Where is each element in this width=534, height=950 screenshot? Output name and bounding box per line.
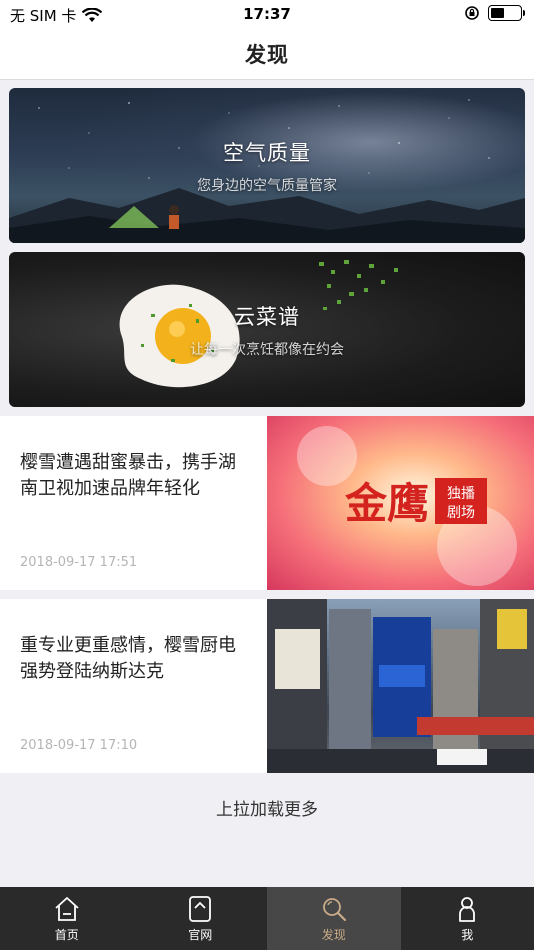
tab-bar: 首页 官网 发现 我 bbox=[0, 887, 534, 950]
news-title: 重专业更重感情，樱雪厨电强势登陆纳斯达克 bbox=[20, 635, 236, 682]
orientation-lock-icon bbox=[465, 6, 479, 20]
home-icon bbox=[55, 896, 79, 921]
page-title: 发现 bbox=[245, 42, 289, 67]
tab-label: 官网 bbox=[188, 927, 213, 942]
fried-egg-image bbox=[119, 284, 240, 388]
battery-fill bbox=[491, 8, 504, 18]
times-square-image bbox=[267, 599, 534, 773]
tab-discover[interactable]: 发现 bbox=[267, 887, 401, 950]
news-date: 2018-09-17 17:51 bbox=[20, 555, 138, 570]
tab-me[interactable]: 我 bbox=[401, 887, 534, 950]
tab-home[interactable]: 首页 bbox=[0, 887, 134, 950]
air-quality-subtitle: 您身边的空气质量管家 bbox=[197, 177, 337, 194]
website-icon bbox=[189, 895, 212, 922]
svg-text:剧场: 剧场 bbox=[447, 505, 475, 521]
news-date: 2018-09-17 17:10 bbox=[20, 738, 138, 753]
news-thumbnail bbox=[267, 599, 534, 773]
nav-bar: 发现 bbox=[0, 28, 534, 80]
status-time: 17:37 bbox=[243, 5, 291, 23]
tab-website[interactable]: 官网 bbox=[134, 887, 268, 950]
svg-text:独播: 独播 bbox=[447, 486, 475, 502]
person-icon bbox=[459, 896, 476, 922]
air-quality-title: 空气质量 bbox=[223, 140, 311, 165]
news-item[interactable]: 重专业更重感情，樱雪厨电强势登陆纳斯达克 2018-09-17 17:10 bbox=[0, 599, 534, 773]
tab-label: 发现 bbox=[321, 927, 346, 942]
news-text: 樱雪遭遇甜蜜暴击，携手湖南卫视加速品牌年轻化 2018-09-17 17:51 bbox=[0, 416, 267, 590]
status-right bbox=[464, 5, 525, 21]
cloud-recipe-banner[interactable]: 云菜谱 让每一次烹饪都像在约会 bbox=[9, 252, 525, 407]
news-text: 重专业更重感情，樱雪厨电强势登陆纳斯达克 2018-09-17 17:10 bbox=[0, 599, 267, 773]
golden-eagle-theater-logo: 金鹰 独播 剧场 bbox=[297, 426, 517, 586]
status-bar: 无 SIM 卡 17:37 bbox=[0, 0, 534, 28]
tab-label: 我 bbox=[461, 927, 474, 942]
cloud-recipe-title: 云菜谱 bbox=[234, 304, 300, 329]
news-title: 樱雪遭遇甜蜜暴击，携手湖南卫视加速品牌年轻化 bbox=[20, 452, 236, 499]
chives-image bbox=[319, 260, 398, 310]
air-quality-banner[interactable]: 空气质量 您身边的空气质量管家 bbox=[9, 88, 525, 243]
search-icon bbox=[322, 897, 346, 921]
cloud-recipe-subtitle: 让每一次烹饪都像在约会 bbox=[190, 341, 344, 358]
battery-icon bbox=[488, 5, 525, 21]
news-item[interactable]: 樱雪遭遇甜蜜暴击，携手湖南卫视加速品牌年轻化 2018-09-17 17:51 … bbox=[0, 416, 534, 590]
svg-text:金鹰: 金鹰 bbox=[344, 479, 429, 528]
tab-label: 首页 bbox=[54, 927, 79, 942]
news-thumbnail: 金鹰 独播 剧场 bbox=[267, 416, 534, 590]
load-more-hint: 上拉加载更多 bbox=[216, 800, 318, 820]
